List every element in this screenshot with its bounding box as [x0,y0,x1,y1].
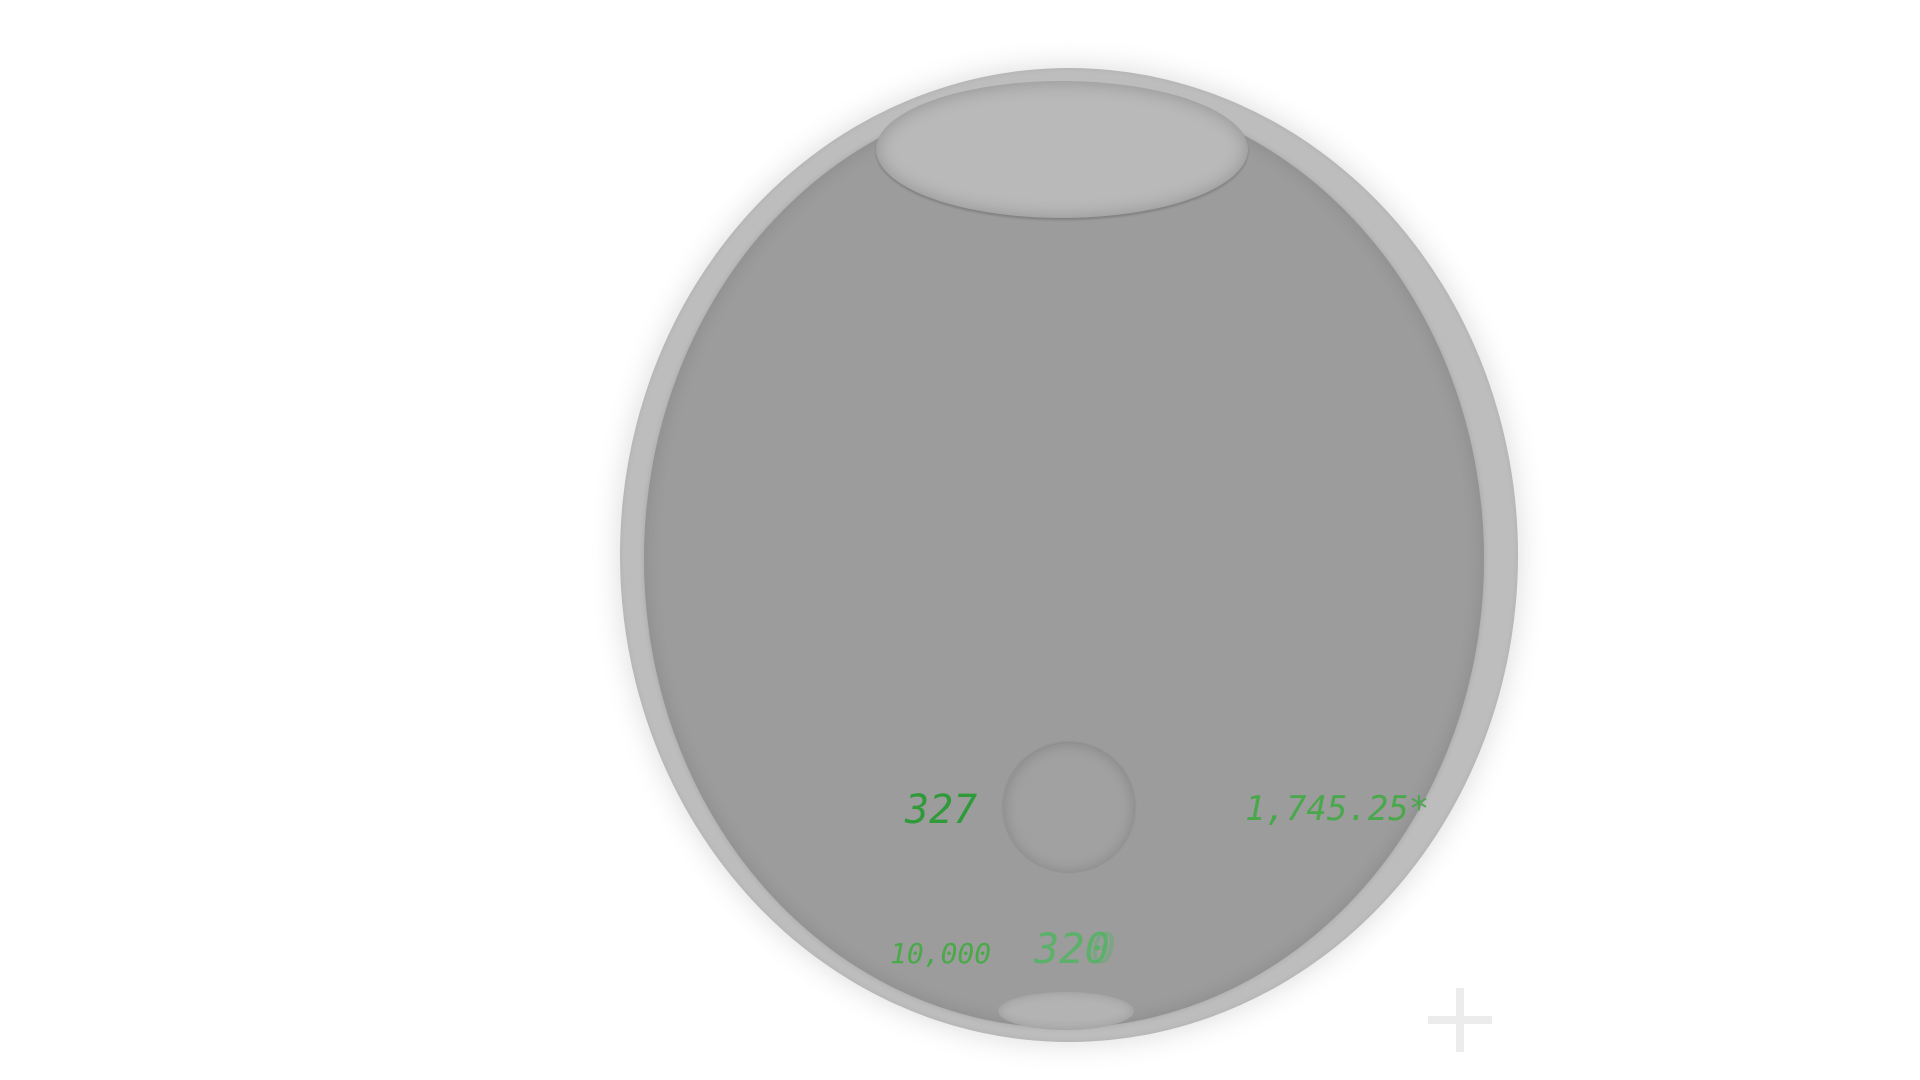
device-face [644,90,1484,1028]
bottom-center-overlay-digit: 320 [1090,924,1116,973]
left-readout: 327 [905,787,978,833]
right-readout: 1,745.25* [1245,789,1430,829]
bottom-left-readout: 10,000 [890,937,992,970]
plus-icon[interactable] [1428,988,1492,1052]
canvas: 327 1,745.25* 10,000 320 320 [0,0,1920,1080]
top-display-window [876,81,1248,218]
center-button[interactable] [1003,743,1135,873]
bottom-button[interactable] [998,992,1134,1030]
